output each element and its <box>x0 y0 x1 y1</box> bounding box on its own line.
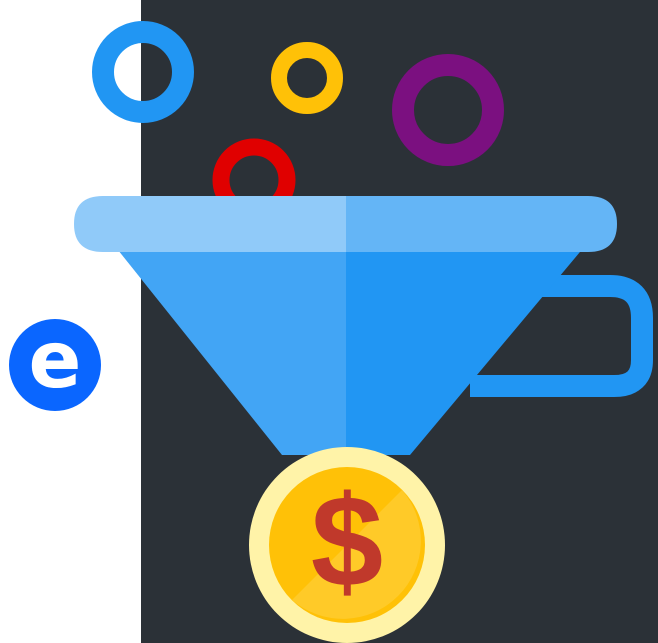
purple-ring-icon <box>392 54 504 166</box>
illustration-canvas: $ e <box>0 0 658 643</box>
funnel-icon <box>74 196 653 455</box>
yellow-ring-icon <box>271 42 343 114</box>
logo-letter: e <box>28 316 82 406</box>
funnel-cone-left <box>110 240 346 455</box>
funnel-rim-right <box>346 196 617 252</box>
funnel-cone-right <box>346 240 590 455</box>
dollar-icon: $ <box>310 468 384 614</box>
blue-ring-icon <box>92 21 194 123</box>
funnel-rim-left <box>74 196 346 252</box>
